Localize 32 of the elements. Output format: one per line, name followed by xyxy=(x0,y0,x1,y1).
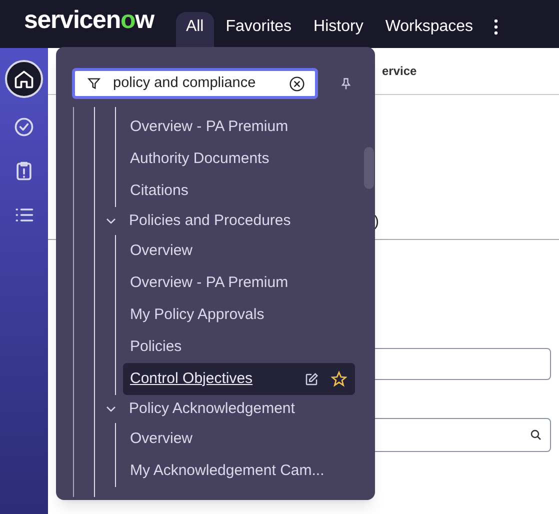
scrollbar-thumb[interactable] xyxy=(364,147,374,189)
check-circle-icon xyxy=(13,116,35,138)
logo: servicenow xyxy=(24,5,154,36)
menu-item[interactable]: Overview xyxy=(130,428,193,450)
menu-item[interactable]: Policies xyxy=(130,336,182,358)
nav-tab[interactable]: All xyxy=(176,12,214,48)
menu-item[interactable]: Overview - PA Premium xyxy=(130,272,288,294)
module-group[interactable]: Policy Acknowledgement xyxy=(129,398,295,420)
menu-item[interactable]: Citations xyxy=(130,180,188,202)
filter-icon xyxy=(87,76,101,91)
edit-icon[interactable] xyxy=(304,372,319,386)
rail-button[interactable] xyxy=(5,60,43,98)
filter-field[interactable]: policy and compliance xyxy=(72,68,318,99)
menu-item[interactable]: Authority Documents xyxy=(130,148,270,170)
menu-item[interactable]: Overview - PA Premium xyxy=(130,116,288,138)
star-icon[interactable] xyxy=(331,371,347,387)
search-icon xyxy=(530,429,542,441)
filter-value: policy and compliance xyxy=(113,74,257,93)
more-icon[interactable] xyxy=(493,19,500,35)
nav-tab[interactable]: Favorites xyxy=(216,12,302,48)
page-heading: ervice xyxy=(382,63,417,80)
nav-tab[interactable]: History xyxy=(304,12,374,48)
menu-item[interactable]: Control Objectives xyxy=(130,368,304,390)
pin-icon[interactable] xyxy=(339,76,353,92)
module-group[interactable]: Policies and Procedures xyxy=(129,210,291,232)
menu-item[interactable]: Overview xyxy=(130,240,193,262)
menu-item-highlight[interactable]: Control Objectives xyxy=(123,363,355,395)
home-icon xyxy=(13,68,35,90)
nav-tab[interactable]: Workspaces xyxy=(375,12,484,48)
menu-item[interactable]: My Acknowledgement Cam... xyxy=(130,460,324,482)
menu-item[interactable]: My Policy Approvals xyxy=(130,304,264,326)
clear-icon[interactable] xyxy=(289,76,305,92)
